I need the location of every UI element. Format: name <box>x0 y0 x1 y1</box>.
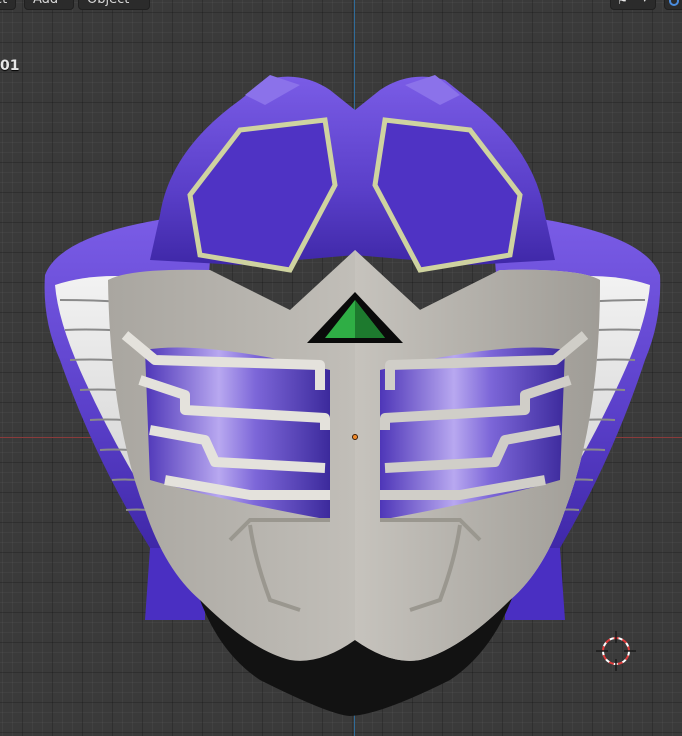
3d-viewport[interactable]: ct Add Object ⚑ ▾ 01 <box>0 0 682 736</box>
helmet-crown <box>150 75 555 273</box>
3d-cursor-icon[interactable] <box>596 631 636 671</box>
helmet-model[interactable] <box>0 0 682 736</box>
object-origin-icon <box>352 434 358 440</box>
